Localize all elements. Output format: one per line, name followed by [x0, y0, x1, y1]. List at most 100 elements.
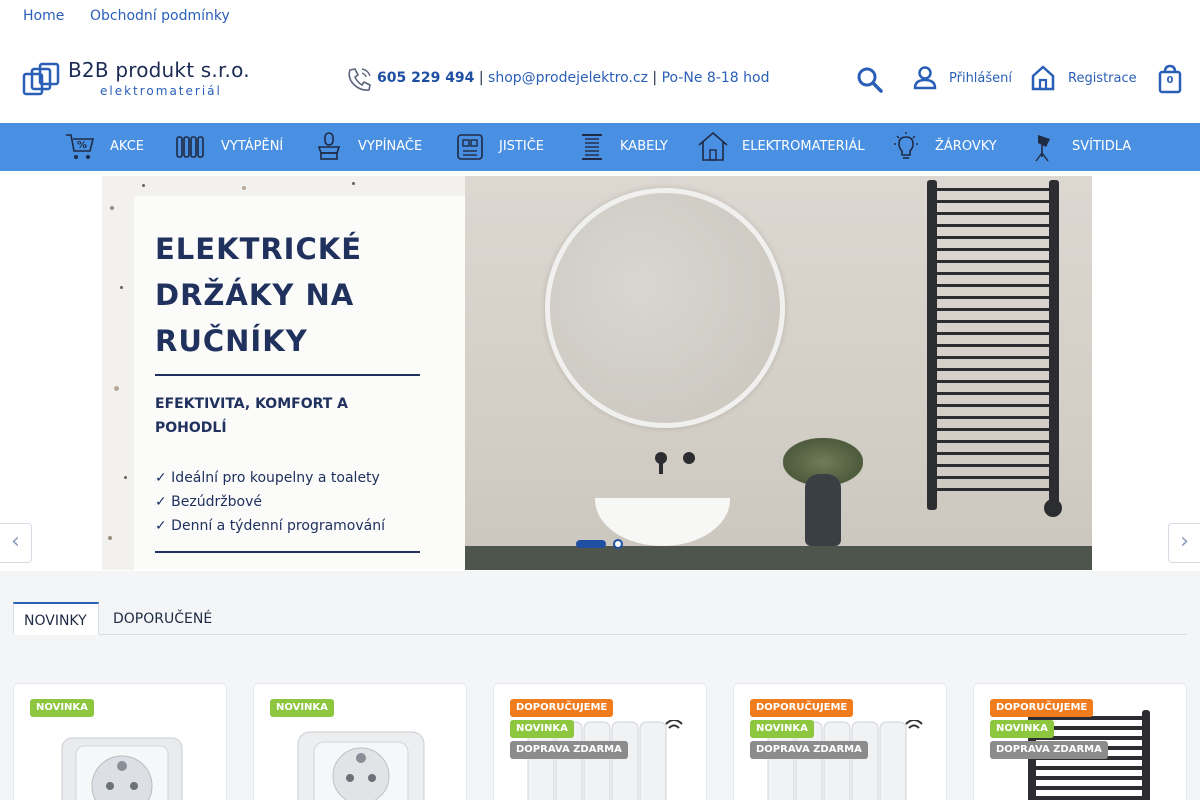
- phone-icon: [348, 68, 371, 91]
- hero-slider: ELEKTRICKÉ DRŽÁKY NA RUČNÍKY EFEKTIVITA,…: [0, 171, 1200, 571]
- tab-doporucene[interactable]: DOPORUČENÉ: [103, 602, 222, 635]
- vase: [805, 474, 841, 546]
- tab-novinky[interactable]: NOVINKY: [13, 602, 99, 635]
- slider-next-button[interactable]: ›: [1168, 523, 1200, 563]
- banner-title: ELEKTRICKÉ DRŽÁKY NA RUČNÍKY: [155, 226, 415, 364]
- terrazzo-speck: [124, 476, 127, 479]
- towel-rail-rung: [927, 188, 1059, 191]
- towel-rail-rung: [927, 284, 1059, 287]
- banner-subtitle-line: POHODLÍ: [155, 420, 227, 436]
- slider-prev-button[interactable]: ‹: [0, 523, 32, 563]
- phone-number[interactable]: 605 229 494: [377, 70, 474, 86]
- banner-divider: [155, 551, 420, 553]
- badge-new: NOVINKA: [270, 699, 334, 717]
- socket-image: [297, 731, 425, 800]
- search-icon[interactable]: [856, 66, 884, 94]
- logo-mark-icon: [22, 62, 60, 96]
- towel-rail-rung: [927, 200, 1059, 203]
- towel-rail-rung: [927, 356, 1059, 359]
- home-link[interactable]: Home: [23, 8, 64, 24]
- terms-link[interactable]: Obchodní podmínky: [90, 8, 230, 24]
- towel-rail-rung: [927, 440, 1059, 443]
- register-label: Registrace: [1068, 71, 1137, 86]
- banner-title-line: DRŽÁKY NA: [155, 278, 355, 312]
- login-link[interactable]: Přihlášení: [912, 64, 1017, 94]
- logo-tagline: elektromateriál: [100, 84, 222, 98]
- hero-banner[interactable]: ELEKTRICKÉ DRŽÁKY NA RUČNÍKY EFEKTIVITA,…: [102, 176, 1092, 570]
- towel-rail-rung: [927, 392, 1059, 395]
- terrazzo-speck: [242, 186, 246, 190]
- banner-photo: [465, 176, 1092, 570]
- towel-rail-rung: [927, 212, 1059, 215]
- slider-dot[interactable]: [613, 539, 623, 549]
- terrazzo-speck: [114, 386, 119, 391]
- badge-free-shipping: DOPRAVA ZDARMA: [990, 741, 1108, 759]
- email-link[interactable]: shop@prodejelektro.cz: [488, 70, 648, 86]
- towel-rail-rung: [927, 260, 1059, 263]
- site-header: B2B produkt s.r.o. elektromateriál 605 2…: [0, 36, 1200, 123]
- terrazzo-speck: [120, 286, 123, 289]
- product-card[interactable]: NOVINKA: [13, 683, 227, 800]
- faucet-image: [655, 452, 695, 474]
- chevron-left-icon: ‹: [11, 529, 20, 554]
- towel-rail-rung: [927, 428, 1059, 431]
- product-card[interactable]: DOPORUČUJEME NOVINKA DOPRAVA ZDARMA: [493, 683, 707, 800]
- towel-rail-rung: [927, 368, 1059, 371]
- towel-rail-rung: [927, 308, 1059, 311]
- towel-rail-rung: [927, 476, 1059, 479]
- badge-free-shipping: DOPRAVA ZDARMA: [510, 741, 628, 759]
- top-links-bar: Home Obchodní podmínky: [0, 0, 1200, 36]
- terrazzo-speck: [352, 182, 355, 185]
- nav-label: SVÍTIDLA: [1072, 139, 1132, 154]
- towel-rail-rung: [927, 248, 1059, 251]
- towel-rail-rung: [927, 416, 1059, 419]
- towel-rail-rung: [927, 452, 1059, 455]
- opening-hours: Po-Ne 8-18 hod: [661, 70, 770, 86]
- chevron-right-icon: ›: [1180, 529, 1189, 554]
- towel-rail-rung: [927, 332, 1059, 335]
- towel-rail-rung: [927, 236, 1059, 239]
- banner-feature: ✓ Denní a týdenní programování: [155, 518, 386, 534]
- towel-rail-image: [927, 180, 1062, 517]
- main-nav: % AKCE VYTÁPĚNÍ VYPÍNAČE JISTIČE KABELY …: [0, 123, 1200, 171]
- badge-recommended: DOPORUČUJEME: [510, 699, 614, 717]
- spotlight-icon: [1035, 135, 1050, 162]
- nav-label: KABELY: [620, 139, 668, 154]
- nav-label: VYPÍNAČE: [358, 139, 423, 154]
- towel-rail-rung: [927, 380, 1059, 383]
- nav-label: AKCE: [110, 139, 144, 154]
- towel-rail-rung: [927, 464, 1059, 467]
- home-icon: [1031, 65, 1055, 91]
- terrazzo-speck: [142, 184, 145, 187]
- product-card[interactable]: NOVINKA: [253, 683, 467, 800]
- towel-rail-rung: [927, 272, 1059, 275]
- banner-text-area: ELEKTRICKÉ DRŽÁKY NA RUČNÍKY EFEKTIVITA,…: [102, 176, 465, 570]
- nav-label: VYTÁPĚNÍ: [221, 139, 284, 154]
- product-tabs: NOVINKY DOPORUČENÉ: [13, 602, 1187, 635]
- banner-subtitle-line: EFEKTIVITA, KOMFORT A: [155, 396, 349, 412]
- circuit-breaker-icon: [457, 134, 483, 160]
- register-link[interactable]: Registrace: [1030, 64, 1145, 94]
- cable-reel-icon: [582, 134, 602, 160]
- svg-text:%: %: [77, 140, 87, 151]
- contact-separator: |: [474, 70, 489, 86]
- site-logo[interactable]: B2B produkt s.r.o. elektromateriál: [22, 58, 282, 100]
- product-card[interactable]: DOPORUČUJEME NOVINKA DOPRAVA ZDARMA: [733, 683, 947, 800]
- radiator-icon: [176, 136, 204, 158]
- badge-recommended: DOPORUČUJEME: [750, 699, 854, 717]
- slider-dot-active[interactable]: [576, 540, 606, 548]
- nav-label: ELEKTROMATERIÁL: [742, 139, 865, 154]
- round-mirror: [545, 188, 785, 428]
- badge-new: NOVINKA: [990, 720, 1054, 738]
- badge-recommended: DOPORUČUJEME: [990, 699, 1094, 717]
- towel-rail-rung: [927, 344, 1059, 347]
- towel-rail-rung: [927, 488, 1059, 491]
- cart-button[interactable]: 0: [1157, 64, 1183, 94]
- badge-new: NOVINKA: [750, 720, 814, 738]
- towel-rail-rung: [927, 224, 1059, 227]
- socket-image: [61, 737, 183, 800]
- banner-divider: [155, 374, 420, 376]
- terrazzo-speck: [108, 536, 112, 540]
- product-card[interactable]: DOPORUČUJEME NOVINKA DOPRAVA ZDARMA: [973, 683, 1187, 800]
- percent-cart-icon: %: [66, 134, 95, 159]
